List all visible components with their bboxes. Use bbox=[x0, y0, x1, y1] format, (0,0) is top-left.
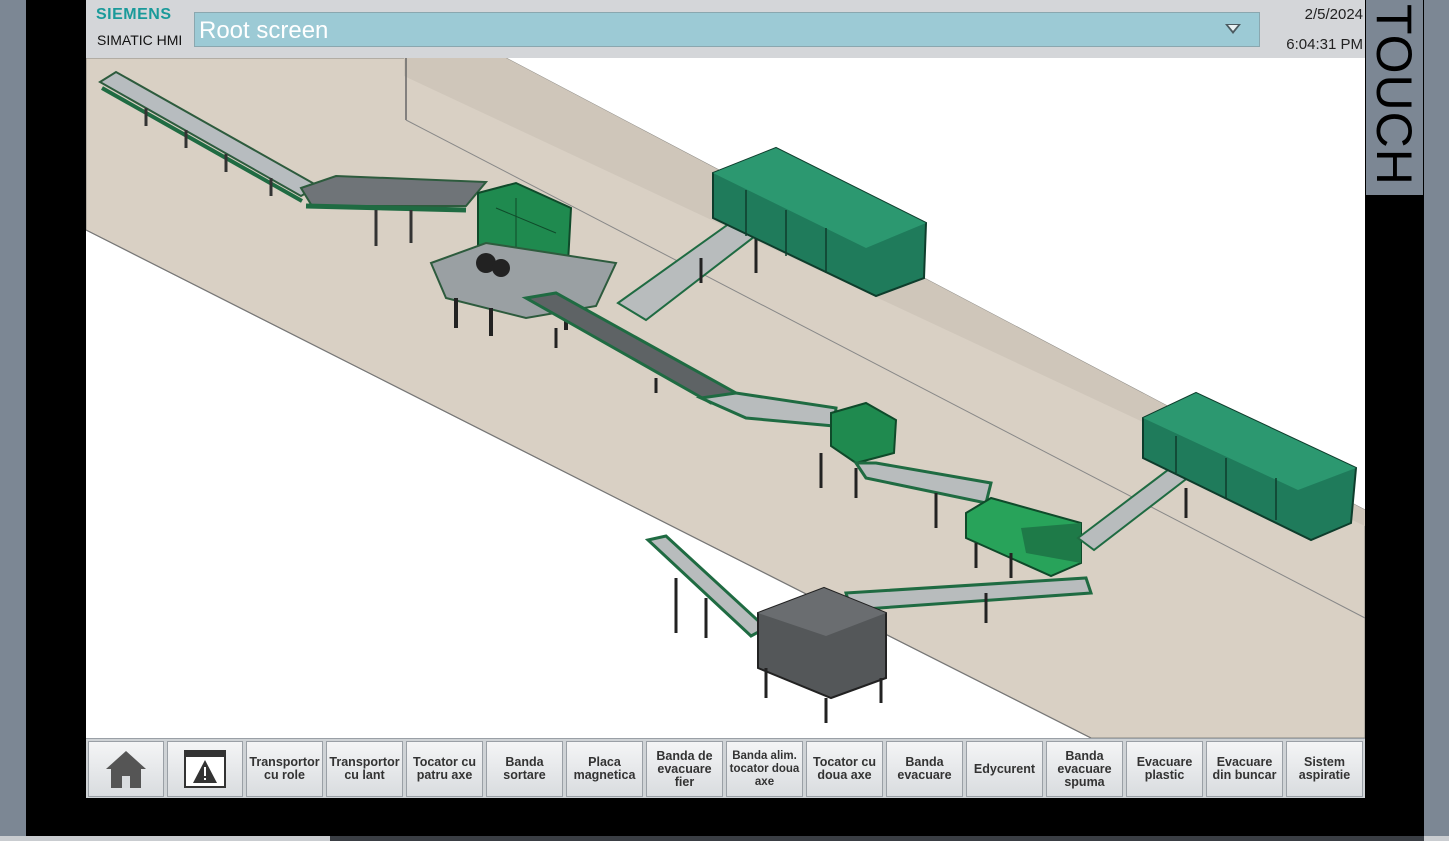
time-display: 6:04:31 PM bbox=[1286, 36, 1363, 53]
home-icon bbox=[106, 751, 146, 788]
nav-placa-magnetica[interactable]: Placa magnetica bbox=[566, 741, 643, 797]
screen-selector[interactable]: Root screen bbox=[194, 12, 1260, 47]
nav-tocator-cu-doua-axe[interactable]: Tocator cu doua axe bbox=[806, 741, 883, 797]
bezel-bottom bbox=[0, 836, 1449, 841]
nav-transportor-cu-lant[interactable]: Transportor cu lant bbox=[326, 741, 403, 797]
chevron-down-icon[interactable] bbox=[1225, 24, 1241, 34]
bezel-left bbox=[0, 0, 26, 841]
nav-banda-evacuare-spuma[interactable]: Banda evacuare spuma bbox=[1046, 741, 1123, 797]
nav-transportor-cu-role[interactable]: Transportor cu role bbox=[246, 741, 323, 797]
nav-evacuare-din-buncar[interactable]: Evacuare din buncar bbox=[1206, 741, 1283, 797]
alarm-window-button[interactable] bbox=[167, 741, 243, 797]
nav-banda-alim-tocator[interactable]: Banda alim. tocator doua axe bbox=[726, 741, 803, 797]
hmi-screen: SIEMENS SIMATIC HMI Root screen 2/5/2024… bbox=[86, 0, 1365, 798]
touch-label: TOUCH bbox=[1366, 0, 1423, 195]
nav-evacuare-plastic[interactable]: Evacuare plastic bbox=[1126, 741, 1203, 797]
navigation-bar: Transportor cu role Transportor cu lant … bbox=[86, 738, 1365, 798]
home-button[interactable] bbox=[88, 741, 164, 797]
alarm-window-icon bbox=[184, 750, 226, 788]
siemens-logo: SIEMENS bbox=[96, 6, 172, 23]
nav-tocator-cu-patru-axe[interactable]: Tocator cu patru axe bbox=[406, 741, 483, 797]
nav-banda-sortare[interactable]: Banda sortare bbox=[486, 741, 563, 797]
nav-edycurent[interactable]: Edycurent bbox=[966, 741, 1043, 797]
screen-selector-value: Root screen bbox=[199, 17, 329, 44]
plant-overview-image bbox=[86, 58, 1365, 738]
nav-sistem-aspiratie[interactable]: Sistem aspiratie bbox=[1286, 741, 1363, 797]
header-bar: SIEMENS SIMATIC HMI Root screen 2/5/2024… bbox=[86, 0, 1365, 58]
nav-banda-evacuare-fier[interactable]: Banda de evacuare fier bbox=[646, 741, 723, 797]
date-display: 2/5/2024 bbox=[1304, 6, 1363, 23]
bezel-right bbox=[1424, 0, 1449, 841]
nav-banda-evacuare[interactable]: Banda evacuare bbox=[886, 741, 963, 797]
product-label: SIMATIC HMI bbox=[97, 32, 183, 48]
